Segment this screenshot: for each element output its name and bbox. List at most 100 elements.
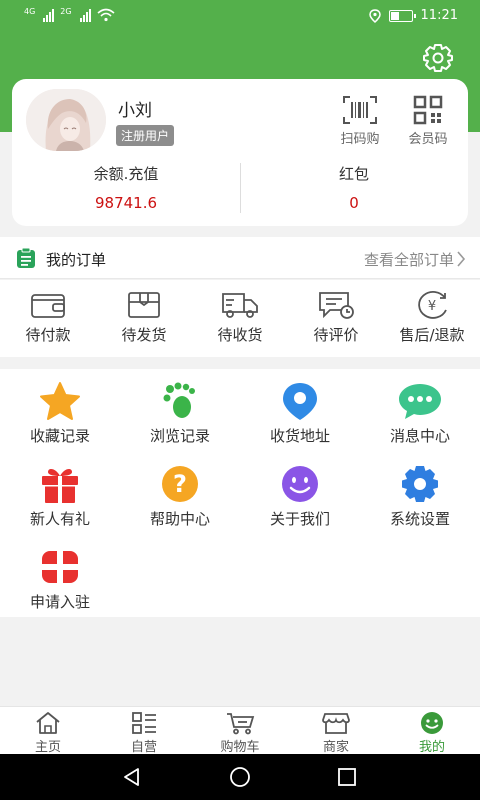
username: 小刘 [118, 101, 152, 121]
battery-icon [388, 9, 416, 22]
tab-self-operated[interactable]: 自营 [96, 707, 192, 755]
services-grid: 收藏记录 浏览记录 收货地址 消息中心 新人有礼 ? 帮助中心 关于我们 系统设… [0, 369, 480, 617]
order-pending-review[interactable]: 待评价 [288, 280, 384, 357]
chat-bubble-icon [399, 384, 441, 419]
tab-label: 商家 [322, 740, 349, 755]
status-right: 11:21 [368, 8, 458, 23]
svg-text:?: ? [173, 470, 187, 498]
favorites-item[interactable]: 收藏记录 [0, 381, 120, 446]
store-icon [322, 713, 350, 734]
order-item-label: 待评价 [313, 326, 359, 344]
tab-label: 主页 [34, 740, 61, 755]
history-item[interactable]: 浏览记录 [120, 381, 240, 446]
order-after-sales[interactable]: ¥ 售后/退款 [384, 280, 480, 357]
home-icon [36, 712, 60, 734]
network-type-1: 4G [24, 7, 36, 16]
tab-home[interactable]: 主页 [0, 707, 96, 755]
messages-item[interactable]: 消息中心 [360, 381, 480, 446]
service-label: 帮助中心 [149, 510, 210, 528]
redpacket-label: 红包 [338, 165, 369, 183]
service-label: 收货地址 [269, 427, 330, 445]
service-label: 系统设置 [389, 510, 450, 528]
system-navigation-bar [0, 754, 480, 800]
profile-smile-icon [421, 712, 443, 734]
service-label: 消息中心 [389, 427, 450, 445]
status-bar: 4G 2G 11:21 [0, 0, 480, 32]
about-us-item[interactable]: 关于我们 [240, 464, 360, 529]
order-item-label: 待付款 [25, 326, 71, 344]
tab-mine[interactable]: 我的 [384, 707, 480, 755]
order-item-label: 待发货 [121, 326, 167, 344]
chevron-right-icon[interactable] [456, 251, 466, 267]
user-level-badge: 注册用户 [116, 125, 175, 146]
box-icon [128, 292, 160, 318]
network-type-2: 2G [60, 7, 72, 16]
home-circle-icon [230, 767, 250, 787]
qr-code-icon [413, 95, 443, 125]
order-pending-payment[interactable]: 待付款 [0, 280, 96, 357]
cart-icon [227, 713, 255, 735]
scan-to-buy-label: 扫码购 [340, 132, 380, 147]
location-status-icon [368, 8, 381, 23]
service-label: 申请入驻 [29, 593, 90, 611]
smile-icon [282, 466, 318, 502]
view-all-orders-link[interactable]: 查看全部订单 [364, 249, 454, 270]
tab-label: 我的 [418, 740, 445, 755]
balance-stat[interactable]: 余额.充值 98741.6 [12, 163, 240, 212]
order-item-label: 售后/退款 [399, 326, 465, 344]
refund-icon: ¥ [418, 291, 447, 319]
footprint-icon [163, 382, 195, 418]
bottom-tab-bar: 主页 自营 购物车 商家 我的 [0, 706, 480, 755]
barcode-scan-icon [343, 96, 377, 124]
back-button[interactable] [122, 767, 142, 791]
tab-cart[interactable]: 购物车 [192, 707, 288, 755]
gear-icon [423, 44, 453, 72]
redpacket-value: 0 [349, 194, 359, 212]
redpacket-stat[interactable]: 红包 0 [240, 163, 468, 212]
gift-icon [42, 468, 78, 503]
wallet-icon [31, 294, 65, 318]
list-icon [132, 712, 156, 734]
balance-value: 98741.6 [94, 194, 158, 212]
apply-merchant-item[interactable]: 申请入驻 [0, 547, 120, 612]
profile-card: 小刘 注册用户 扫码购 会员码 余额.充值 98741.6 红包 0 [12, 79, 468, 226]
orders-header: 我的订单 查看全部订单 [0, 237, 480, 279]
address-item[interactable]: 收货地址 [240, 381, 360, 446]
order-pending-shipment[interactable]: 待发货 [96, 280, 192, 357]
question-icon: ? [162, 466, 198, 502]
star-icon [40, 382, 80, 420]
signal-icon [79, 8, 91, 22]
svg-text:¥: ¥ [428, 299, 436, 314]
recents-square-icon [338, 768, 356, 786]
scan-to-buy-button[interactable]: 扫码购 [330, 95, 390, 147]
order-item-label: 待收货 [217, 326, 263, 344]
orders-title: 我的订单 [46, 251, 107, 269]
service-label: 关于我们 [269, 510, 330, 528]
member-code-button[interactable]: 会员码 [398, 95, 458, 147]
service-label: 收藏记录 [29, 427, 90, 445]
service-label: 新人有礼 [29, 510, 90, 528]
signal-indicators: 4G 2G [24, 8, 115, 22]
recents-button[interactable] [337, 767, 357, 791]
wifi-icon [97, 8, 115, 22]
order-status-row: 待付款 待发货 待收货 待评价 ¥ 售后/退款 [0, 280, 480, 357]
settings-gear-icon [402, 466, 438, 502]
avatar-image [26, 89, 106, 151]
help-center-item[interactable]: ? 帮助中心 [120, 464, 240, 529]
back-triangle-icon [124, 768, 139, 786]
tab-label: 购物车 [220, 740, 260, 755]
comment-icon [319, 292, 354, 319]
location-pin-icon [283, 383, 317, 420]
tab-label: 自营 [130, 740, 157, 755]
newcomer-gift-item[interactable]: 新人有礼 [0, 464, 120, 529]
order-pending-receipt[interactable]: 待收货 [192, 280, 288, 357]
tab-merchants[interactable]: 商家 [288, 707, 384, 755]
system-settings-item[interactable]: 系统设置 [360, 464, 480, 529]
truck-icon [222, 293, 258, 318]
signal-icon [43, 8, 55, 22]
home-button[interactable] [229, 767, 251, 791]
avatar[interactable] [26, 89, 106, 151]
member-code-label: 会员码 [408, 132, 448, 147]
clock: 11:21 [420, 8, 458, 23]
settings-button[interactable] [422, 42, 454, 74]
